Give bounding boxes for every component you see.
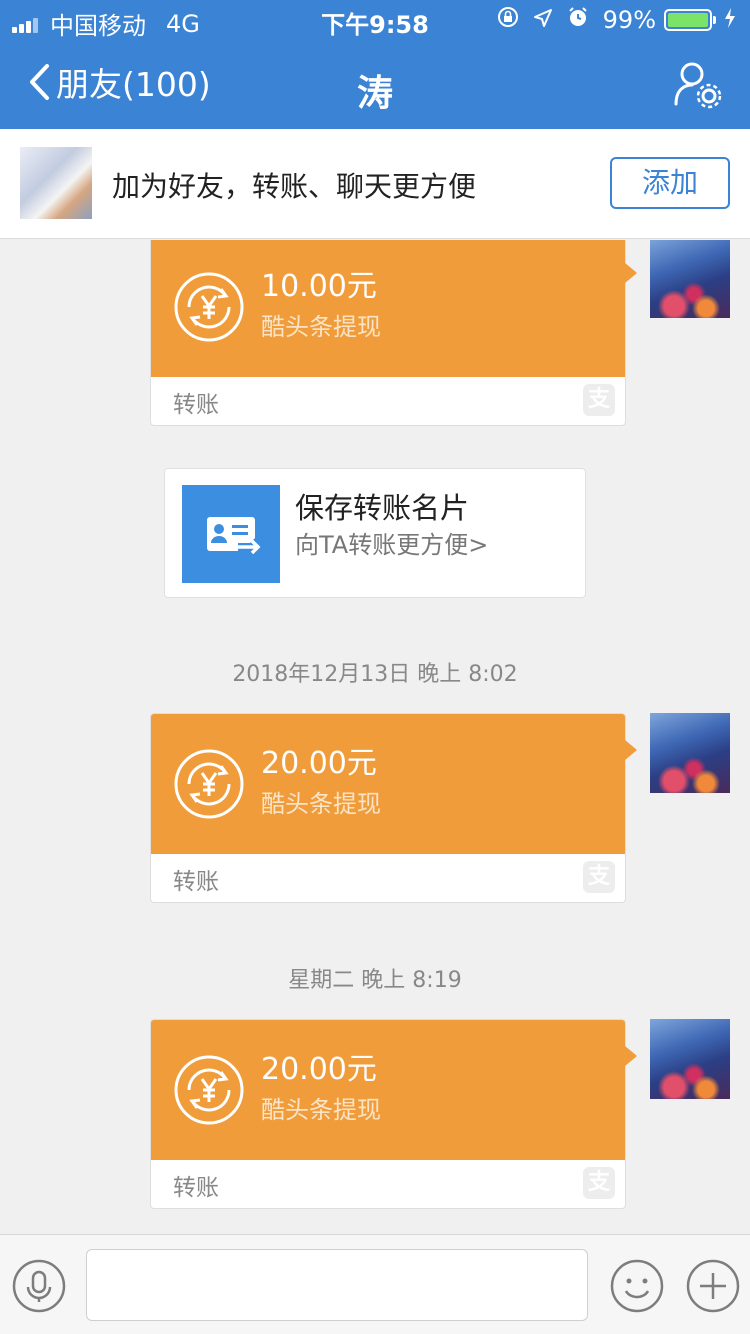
- person-settings-button[interactable]: [672, 60, 724, 112]
- battery-fill: [668, 13, 708, 27]
- person-gear-icon: [674, 62, 722, 109]
- nav-bar: 朋友(100) 涛: [0, 40, 750, 129]
- transfer-amount: 20.00元: [261, 1052, 377, 1087]
- transfer-card-body: 20.00元 酷头条提现: [151, 714, 637, 854]
- transfer-card-footer: 转账 支: [151, 854, 625, 902]
- plus-icon: [686, 1259, 740, 1313]
- contact-card-icon: [182, 485, 280, 583]
- message-input[interactable]: [86, 1249, 588, 1321]
- transfer-yen-icon: [174, 272, 244, 342]
- chat-area[interactable]: 10.00元 酷头条提现 转账 支 保存转账名片 向TA转账更方便> 2018年…: [0, 240, 750, 1234]
- alipay-icon: 支: [583, 861, 615, 893]
- sender-avatar[interactable]: [650, 1019, 730, 1099]
- save-card-subtitle: 向TA转账更方便>: [295, 531, 489, 559]
- status-bar: 中国移动 4G 下午9:58 99%: [0, 0, 750, 40]
- transfer-card-body: 10.00元 酷头条提现: [151, 240, 637, 377]
- microphone-icon: [12, 1259, 66, 1313]
- alipay-icon: 支: [583, 1167, 615, 1199]
- transfer-card-footer: 转账 支: [151, 377, 625, 425]
- transfer-label: 转账: [173, 392, 219, 418]
- smiley-icon: [610, 1259, 664, 1313]
- transfer-card-body: 20.00元 酷头条提现: [151, 1020, 637, 1160]
- transfer-description: 酷头条提现: [261, 790, 381, 818]
- save-card-title: 保存转账名片: [295, 491, 470, 525]
- timestamp: 2018年12月13日 晚上 8:02: [232, 662, 518, 687]
- transfer-description: 酷头条提现: [261, 1096, 381, 1124]
- page-title: 涛: [356, 73, 393, 114]
- more-button[interactable]: [686, 1259, 740, 1313]
- transfer-amount: 20.00元: [261, 746, 377, 781]
- transfer-card[interactable]: 10.00元 酷头条提现 转账 支: [150, 240, 637, 426]
- location-icon: [533, 6, 553, 34]
- sender-avatar[interactable]: [650, 713, 730, 793]
- rotation-lock-icon: [497, 6, 519, 34]
- battery-icon: [664, 9, 716, 31]
- transfer-yen-icon: [174, 749, 244, 819]
- contact-avatar[interactable]: [20, 147, 92, 219]
- transfer-label: 转账: [173, 1175, 219, 1201]
- transfer-label: 转账: [173, 869, 219, 895]
- transfer-card-footer: 转账 支: [151, 1160, 625, 1208]
- emoji-button[interactable]: [610, 1259, 664, 1313]
- battery-percent: 99%: [602, 6, 656, 34]
- sender-avatar[interactable]: [650, 240, 730, 318]
- save-transfer-card[interactable]: 保存转账名片 向TA转账更方便>: [164, 468, 586, 598]
- charging-icon: [724, 6, 736, 34]
- status-right: 99%: [483, 6, 736, 34]
- alarm-icon: [567, 6, 589, 34]
- voice-button[interactable]: [12, 1259, 66, 1313]
- transfer-card[interactable]: 20.00元 酷头条提现 转账 支: [150, 713, 637, 903]
- timestamp: 星期二 晚上 8:19: [288, 968, 462, 993]
- alipay-icon: 支: [583, 384, 615, 416]
- transfer-description: 酷头条提现: [261, 313, 381, 341]
- add-friend-message: 加为好友，转账、聊天更方便: [112, 170, 477, 203]
- add-friend-bar: 加为好友，转账、聊天更方便 添加: [0, 129, 750, 239]
- header: 中国移动 4G 下午9:58 99% 朋友(100) 涛: [0, 0, 750, 129]
- input-bar: [0, 1234, 750, 1334]
- transfer-yen-icon: [174, 1055, 244, 1125]
- add-friend-button[interactable]: 添加: [610, 157, 730, 209]
- transfer-amount: 10.00元: [261, 269, 377, 304]
- transfer-card[interactable]: 20.00元 酷头条提现 转账 支: [150, 1019, 637, 1209]
